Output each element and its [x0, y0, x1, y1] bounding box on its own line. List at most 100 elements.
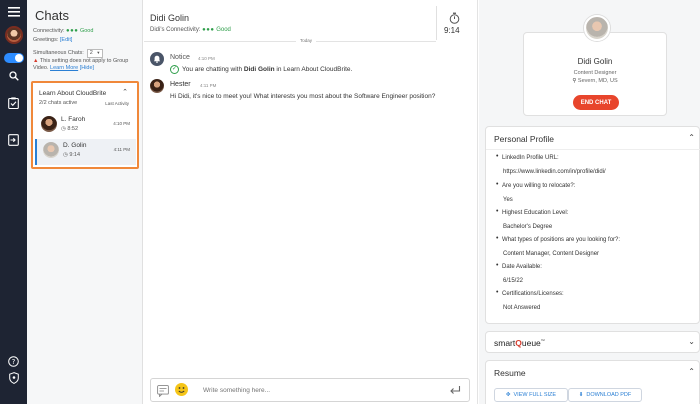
profile-name: Didi Golin [577, 57, 613, 66]
chat-list-item-d-golin[interactable]: D. Golin ◷ 9:14 4:11 PM [35, 139, 136, 165]
section-collapse-chevron-icon[interactable]: ⌃ [688, 367, 695, 376]
field-label: Highest Education Level: [502, 210, 569, 216]
chats-title: Chats [35, 8, 69, 23]
profile-card: Didi Golin Content Designer ⚲ Severn, MD… [523, 15, 667, 116]
view-full-size-button[interactable]: ✥ VIEW FULL SIZE [494, 388, 568, 402]
message-sender: Hester [170, 81, 191, 88]
message-time: 4:11 PM [200, 83, 217, 88]
resume-section: Resume ⌃ ✥ VIEW FULL SIZE ⬇ DOWNLOAD PDF [485, 360, 700, 404]
sign-out-icon[interactable] [0, 133, 27, 147]
chat-list-item-l-faroh[interactable]: L. Faroh ◷ 8:52 4:10 PM [35, 113, 136, 139]
stopwatch-icon: ◷ [63, 152, 68, 158]
stopwatch-icon: ◷ [61, 126, 66, 132]
smartqueue-section[interactable]: smartQueue™ ⌄ [485, 331, 700, 353]
bullet: • [496, 262, 499, 269]
location-pin-icon: ⚲ [572, 78, 577, 84]
group-video-warning: ▲ This setting does not apply to Group V… [33, 58, 129, 71]
field-value: Bachelor's Degree [503, 224, 553, 230]
resume-title: Resume [494, 368, 526, 378]
chat-contact-name: D. Golin [63, 142, 87, 149]
agent-avatar[interactable] [0, 25, 27, 45]
connectivity-dots: ●●● [66, 28, 79, 34]
simultaneous-chats-select[interactable]: 2 ▼ [86, 49, 104, 58]
send-icon[interactable] [449, 383, 461, 401]
group-title: Learn About CloudBrite [39, 90, 107, 97]
group-collapse-chevron-icon[interactable]: ⌃ [122, 88, 128, 96]
profile-role: Content Designer [573, 70, 617, 76]
download-pdf-button[interactable]: ⬇ DOWNLOAD PDF [568, 388, 642, 402]
end-chat-button[interactable]: END CHAT [573, 95, 619, 110]
profile-location: ⚲ Severn, MD, US [572, 78, 618, 84]
personal-profile-title: Personal Profile [494, 134, 555, 144]
day-label: Today [296, 38, 317, 43]
download-icon: ⬇ [578, 392, 584, 398]
chats-panel: Chats Connectivity: ●●● Good Greetings: … [27, 0, 143, 404]
contact-connectivity-row: Didi's Connectivity: ●●● Good [150, 27, 231, 33]
connectivity-status: Good [79, 28, 94, 34]
bullet: • [496, 208, 499, 215]
chat-timer: 9:14 [444, 26, 460, 35]
conversation-panel: Didi Golin Didi's Connectivity: ●●● Good… [144, 0, 478, 404]
group-chat-count: 2/2 chats active [39, 100, 78, 106]
warning-icon: ▲ [33, 58, 39, 64]
message-composer [150, 378, 470, 402]
avatar [150, 79, 164, 93]
help-icon[interactable]: ? [0, 355, 27, 367]
bullet: • [496, 235, 499, 242]
search-icon[interactable] [0, 70, 27, 82]
bullet: • [496, 153, 499, 160]
field-value: Not Answered [503, 305, 541, 311]
chat-group-learn-about-cloudbrite: Learn About CloudBrite ⌃ 2/2 chats activ… [31, 81, 139, 169]
chat-last-activity-time: 4:11 PM [113, 147, 130, 152]
hamburger-menu-icon[interactable] [0, 6, 27, 18]
linkedin-url-link[interactable]: https://www.linkedin.com/in/profile/didi… [503, 169, 606, 175]
simultaneous-chats-row: Simultaneous Chats: 2 ▼ [33, 49, 104, 58]
connectivity-row: Connectivity: ●●● Good [33, 28, 94, 34]
greetings-row: Greetings: [Edit] [33, 37, 73, 43]
header-divider [436, 6, 437, 40]
field-label: What types of positions are you looking … [502, 237, 621, 243]
chat-contact-name: L. Faroh [61, 116, 86, 123]
message-time: 4:10 PM [198, 56, 215, 61]
avatar [41, 116, 57, 132]
chat-duration: ◷ 8:52 [61, 126, 79, 132]
chat-last-activity-time: 4:10 PM [113, 121, 130, 126]
personal-profile-section: Personal Profile ⌃ • LinkedIn Profile UR… [485, 126, 700, 324]
bullet: • [496, 181, 499, 188]
learn-more-link[interactable]: Learn More [50, 65, 78, 71]
field-value: 6/15/22 [503, 278, 524, 284]
chat-duration: ◷ 9:14 [63, 152, 81, 158]
greetings-edit-link[interactable]: [Edit] [60, 37, 73, 43]
clipboard-check-icon[interactable] [0, 96, 27, 110]
field-label: LinkedIn Profile URL: [502, 155, 559, 161]
message-input[interactable] [203, 384, 443, 397]
bullet: • [496, 289, 499, 296]
last-activity-label: Last Activity [105, 101, 129, 106]
conversation-contact-name: Didi Golin [150, 13, 190, 23]
emoji-icon[interactable] [175, 383, 188, 396]
message-text: Hi Didi, it's nice to meet you! What int… [170, 93, 436, 100]
availability-toggle[interactable] [0, 53, 27, 63]
connectivity-status: Good [216, 27, 231, 33]
check-circle-icon: ✓ [170, 65, 179, 74]
chevron-down-icon[interactable]: ⌄ [688, 337, 695, 346]
connectivity-dots: ●●● [202, 27, 215, 33]
expand-arrows-icon: ✥ [505, 392, 511, 398]
field-label: Are you willing to relocate?: [502, 183, 576, 189]
smartqueue-logo: smartQueue™ [494, 338, 545, 348]
field-label: Certifications/Licenses: [502, 291, 564, 297]
notice-bell-icon [150, 52, 164, 66]
canned-responses-icon[interactable] [157, 384, 169, 402]
avatar [584, 15, 610, 41]
chevron-down-icon: ▼ [96, 50, 101, 55]
shield-icon[interactable] [0, 372, 27, 384]
hide-link[interactable]: [Hide] [80, 65, 94, 71]
notice-message-text: ✓ You are chatting with Didi Golin in Le… [170, 65, 353, 74]
profile-panel: Didi Golin Content Designer ⚲ Severn, MD… [479, 0, 700, 404]
icon-rail: ? [0, 0, 27, 404]
svg-text:?: ? [12, 358, 16, 366]
section-collapse-chevron-icon[interactable]: ⌃ [688, 133, 695, 142]
avatar [43, 142, 59, 158]
field-label: Date Available: [502, 264, 542, 270]
field-value: Content Manager, Content Designer [503, 251, 600, 257]
